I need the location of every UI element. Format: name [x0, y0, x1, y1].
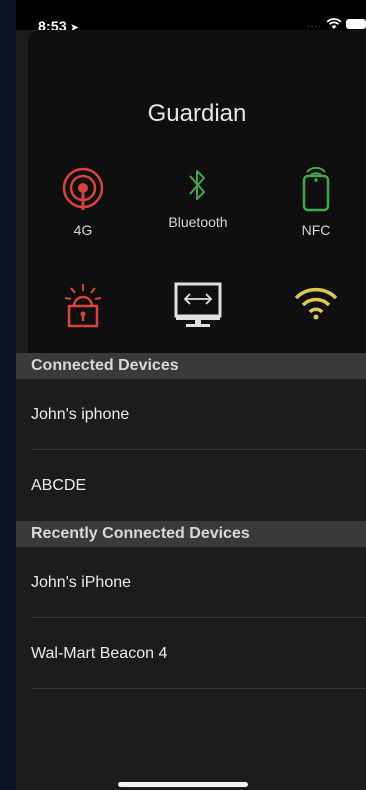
remote-desktop-icon — [174, 282, 222, 327]
recent-device-row[interactable]: John's iPhone — [16, 547, 366, 618]
wifi-icon — [294, 287, 338, 320]
bluetooth-icon — [189, 170, 205, 200]
device-name: ABCDE — [31, 477, 87, 494]
status-bar: 8:53 ➤ .... — [16, 0, 366, 34]
device-row[interactable]: John's iphone — [16, 379, 366, 450]
feature-remote-desktop[interactable] — [148, 282, 248, 328]
battery-icon — [346, 19, 366, 29]
feature-label-4g: 4G — [73, 222, 93, 238]
nfc-phone-icon — [302, 166, 330, 212]
guardian-card: Guardian 4G Bluetooth NFC — [28, 30, 366, 360]
device-name: Wal-Mart Beacon 4 — [31, 645, 168, 662]
feature-label-bluetooth: Bluetooth — [168, 214, 228, 230]
feature-alarm[interactable] — [33, 282, 133, 328]
section-header-recent: Recently Connected Devices — [16, 521, 366, 547]
recent-device-row[interactable]: Wal-Mart Beacon 4 — [16, 618, 366, 689]
device-name: John's iPhone — [31, 574, 132, 591]
device-name: John's iphone — [31, 406, 130, 423]
feature-bluetooth[interactable]: Bluetooth — [148, 166, 248, 230]
cellular-tower-icon — [62, 167, 104, 210]
section-header-connected: Connected Devices — [16, 353, 366, 379]
feature-wifi[interactable] — [266, 286, 366, 320]
signal-icon: .... — [306, 18, 322, 30]
card-title: Guardian — [147, 100, 247, 127]
row-divider — [31, 688, 366, 689]
alarm-lock-icon — [64, 284, 102, 328]
device-row[interactable]: ABCDE — [16, 450, 366, 521]
feature-nfc[interactable]: NFC — [266, 166, 366, 238]
wifi-icon — [326, 18, 342, 29]
home-indicator[interactable] — [118, 782, 248, 787]
feature-4g[interactable]: 4G — [33, 166, 133, 238]
app-screen: 8:53 ➤ .... Guardian 4G Bluetooth NFC Co… — [16, 0, 366, 790]
feature-label-nfc: NFC — [301, 222, 331, 238]
